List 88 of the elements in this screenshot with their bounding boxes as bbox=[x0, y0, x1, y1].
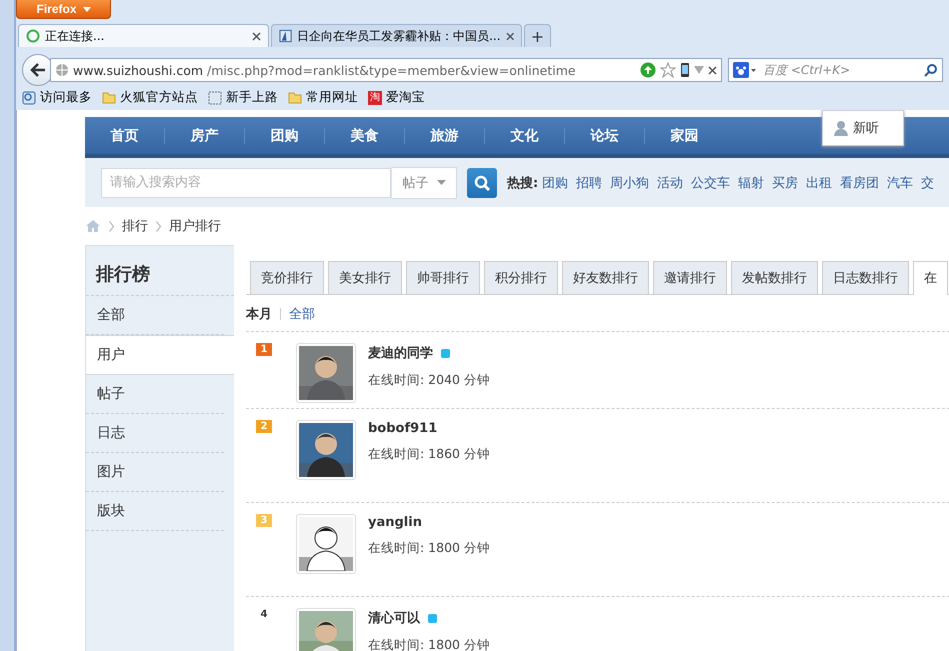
sidebar-item[interactable]: 帖子 bbox=[86, 375, 224, 414]
ranking-tab[interactable]: 积分排行 bbox=[484, 261, 558, 294]
rank-number: 3 bbox=[256, 514, 272, 527]
search-field[interactable]: 请输入搜索内容 bbox=[101, 168, 391, 198]
hot-search-link[interactable]: 辐射 bbox=[738, 174, 764, 192]
site-icon bbox=[279, 29, 292, 43]
bookmark[interactable]: 火狐官方站点 bbox=[102, 89, 198, 106]
nav-link[interactable]: 旅游 bbox=[405, 128, 485, 144]
search-icon[interactable] bbox=[924, 63, 938, 77]
hot-search-link[interactable]: 出租 bbox=[806, 174, 832, 192]
breadcrumb-link[interactable]: 用户排行 bbox=[169, 217, 221, 235]
nav-link[interactable]: 团购 bbox=[245, 128, 325, 144]
shop-icon: 淘 bbox=[368, 90, 382, 104]
hot-search-link[interactable]: 公交车 bbox=[691, 174, 730, 192]
search-bar[interactable]: 百度 <Ctrl+K> bbox=[728, 58, 943, 82]
period-link[interactable]: 全部 bbox=[289, 305, 315, 323]
ranking-tab[interactable]: 邀请排行 bbox=[653, 261, 727, 294]
close-icon[interactable] bbox=[252, 32, 261, 40]
back-arrow-icon bbox=[30, 63, 46, 77]
ranking-tab[interactable]: 竞价排行 bbox=[250, 261, 324, 294]
scope-dropdown[interactable]: 帖子 bbox=[391, 166, 457, 198]
folder-icon bbox=[288, 91, 302, 104]
star-icon[interactable] bbox=[660, 62, 676, 78]
chevron-icon bbox=[156, 220, 161, 232]
browser-tab[interactable]: 正在连接... bbox=[18, 24, 269, 47]
bookmark[interactable]: 新手上路 bbox=[208, 89, 278, 106]
sidebar-title: 排行榜 bbox=[86, 246, 234, 296]
go-icon[interactable] bbox=[640, 62, 656, 78]
page-icon bbox=[22, 90, 36, 104]
bookmark[interactable]: 访问最多 bbox=[22, 89, 92, 106]
page-icon bbox=[208, 90, 222, 104]
sidebar-item[interactable]: 用户 bbox=[86, 335, 234, 375]
online-time: 在线时间: 2040 分钟 bbox=[368, 372, 490, 389]
stop-icon[interactable] bbox=[708, 66, 717, 74]
user-icon bbox=[833, 120, 849, 136]
nav-link[interactable]: 美食 bbox=[325, 128, 405, 144]
sidebar-item[interactable]: 图片 bbox=[86, 453, 224, 492]
online-time: 在线时间: 1800 分钟 bbox=[368, 637, 490, 651]
hot-search-link[interactable]: 交 bbox=[921, 174, 934, 192]
hot-search-link[interactable]: 招聘 bbox=[576, 174, 602, 192]
close-icon[interactable] bbox=[506, 32, 514, 40]
online-time: 在线时间: 1800 分钟 bbox=[368, 540, 490, 557]
folder-icon bbox=[102, 91, 116, 104]
paw-icon[interactable] bbox=[733, 62, 757, 78]
loading-icon bbox=[26, 29, 40, 43]
bookmark[interactable]: 常用网址 bbox=[288, 89, 358, 106]
bookmark[interactable]: 淘 爱淘宝 bbox=[368, 89, 425, 106]
ranking-tab[interactable]: 日志数排行 bbox=[822, 261, 909, 294]
hot-search-link[interactable]: 团购 bbox=[542, 174, 568, 192]
user-menu[interactable]: 新听 bbox=[822, 110, 904, 146]
phone-icon[interactable] bbox=[680, 62, 690, 78]
ranking-tab[interactable]: 在 bbox=[913, 261, 948, 295]
address-field[interactable]: www.suizhoushi.com /misc.php?mod=ranklist&type=member&view=onlinetime bbox=[50, 58, 722, 82]
search-icon bbox=[474, 174, 490, 190]
rank-number: 1 bbox=[256, 343, 272, 356]
nav-link[interactable]: 论坛 bbox=[565, 128, 645, 144]
hot-search-link[interactable]: 买房 bbox=[772, 174, 798, 192]
online-time: 在线时间: 1860 分钟 bbox=[368, 446, 490, 463]
hot-search-link[interactable]: 活动 bbox=[657, 174, 684, 192]
caret-icon bbox=[82, 6, 90, 12]
user-name[interactable]: yanglin bbox=[368, 515, 422, 530]
ranking-tab[interactable]: 帅哥排行 bbox=[406, 261, 480, 294]
hot-search-label: 热搜: bbox=[507, 174, 538, 192]
rank-number: 2 bbox=[256, 420, 272, 433]
nav-link[interactable]: 文化 bbox=[485, 128, 565, 144]
sidebar-item[interactable]: 版块 bbox=[86, 492, 224, 531]
breadcrumb-link[interactable]: 排行 bbox=[122, 217, 148, 235]
globe-icon bbox=[55, 63, 69, 77]
caret-icon bbox=[436, 180, 446, 185]
user-name[interactable]: 麦迪的同学 bbox=[368, 344, 433, 362]
user-name[interactable]: bobof911 bbox=[368, 421, 438, 436]
nav-link[interactable]: 家园 bbox=[645, 128, 724, 144]
ranking-tab[interactable]: 发帖数排行 bbox=[731, 261, 818, 294]
hot-search-link[interactable]: 汽车 bbox=[887, 174, 914, 192]
search-button[interactable] bbox=[467, 168, 497, 198]
hot-search-link[interactable]: 看房团 bbox=[840, 174, 880, 192]
period-link[interactable]: 本月 bbox=[246, 305, 272, 323]
ranking-tab[interactable]: 好友数排行 bbox=[562, 261, 649, 294]
chevron-icon bbox=[109, 220, 114, 232]
ranking-tab[interactable]: 美女排行 bbox=[328, 261, 402, 294]
sidebar-item[interactable]: 日志 bbox=[86, 414, 224, 453]
user-name[interactable]: 清心可以 bbox=[368, 609, 420, 627]
browser-tab[interactable]: 日企向在华员工发雾霾补贴：中国员... bbox=[271, 24, 522, 47]
rank-number: 4 bbox=[260, 608, 268, 621]
hot-search-link[interactable]: 周小狗 bbox=[610, 174, 650, 192]
nav-link[interactable]: 首页 bbox=[85, 128, 165, 144]
new-tab-button[interactable]: + bbox=[524, 24, 551, 47]
nav-link[interactable]: 房产 bbox=[165, 128, 245, 144]
